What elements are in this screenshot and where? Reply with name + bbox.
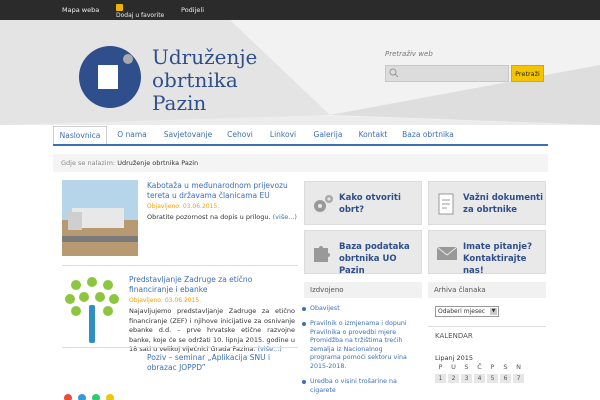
box-2-line-2: za obrtnike (463, 205, 517, 215)
logo-line-3: Pazin (152, 91, 207, 115)
list-item[interactable]: Pravilnik o izmjenama i dopuni Pravilnik… (302, 320, 415, 371)
box-database[interactable]: Baza podataka obrtnika UO Pazin (304, 230, 422, 276)
logo-line-2: obrtnika (152, 68, 238, 92)
share-link[interactable]: Podijeli (181, 6, 204, 14)
box-4-line-2: Kontaktirajte nas! (463, 254, 527, 276)
article-1-text: Obratite pozornost na dopis u prilogu. (147, 213, 271, 221)
logo-title[interactable]: Udruženje obrtnika Pazin (152, 46, 257, 115)
divider (428, 326, 546, 327)
nav-galerija[interactable]: Galerija (308, 126, 348, 144)
box-1-line-1: Kako otvoriti (339, 193, 401, 203)
search-input[interactable] (385, 65, 509, 82)
nav-baza-obrtnika[interactable]: Baza obrtnika (397, 126, 459, 144)
article-1-more-link[interactable]: (više...) (273, 213, 297, 221)
calendar-day[interactable]: 5 (487, 374, 498, 383)
calendar-weekday: U (451, 363, 456, 371)
nav-kontakt[interactable]: Kontakt (353, 126, 393, 144)
calendar-weekday: P (438, 363, 443, 371)
article-2-meta: Objavljeno: 03.06.2015. (129, 297, 202, 304)
nav-cehovi[interactable]: Cehovi (219, 126, 261, 144)
search-label: Pretraživ web (385, 50, 433, 58)
calendar-day[interactable]: 4 (474, 374, 485, 383)
list-item[interactable]: Obavijest (302, 305, 415, 314)
breadcrumb-prefix: Gdje se nalazim: (61, 159, 116, 167)
box-2-line-1: Važni dokumenti (463, 193, 543, 203)
article-1-meta: Objavljeno: 03.06.2015. (147, 203, 220, 210)
sitemap-link[interactable]: Mapa weba (62, 6, 99, 14)
box-3-line-2: obrtnika UO Pazin (339, 254, 397, 276)
chevron-down-icon: ▼ (490, 308, 497, 315)
article-1-body: Obratite pozornost na dopis u prilogu. (… (147, 213, 307, 223)
calendar-day[interactable]: 7 (513, 374, 524, 383)
calendar-weekday: N (516, 363, 521, 371)
box-4-line-1: Imate pitanje? (463, 242, 533, 252)
favorites-link[interactable]: Dodaj u favorite (116, 12, 164, 19)
article-1-title[interactable]: Kabotaža u međunarodnom prijevozu tereta… (147, 181, 297, 201)
top-bar: Mapa weba Dodaj u favorite Podijeli (0, 0, 600, 20)
calendar-day[interactable]: 6 (500, 374, 511, 383)
calendar-weekday: S (503, 363, 508, 371)
star-icon[interactable] (116, 4, 123, 11)
archive-select-value: Odaberi mjesec (438, 308, 486, 315)
calendar-day[interactable]: 1 (435, 374, 446, 383)
calendar-weekday: P (490, 363, 495, 371)
list-item[interactable]: Uredba o visini trošarine na cigarete (302, 378, 415, 395)
box-3-line-1: Baza podataka (339, 242, 410, 252)
box-documents[interactable]: Važni dokumenti za obrtnike (428, 181, 546, 225)
breadcrumb-current: Udruženje obrtnika Pazin (117, 159, 199, 167)
archive-month-select[interactable]: Odaberi mjesec ▼ (435, 306, 499, 317)
breadcrumb: Gdje se nalazim: Udruženje obrtnika Pazi… (53, 154, 548, 172)
calendar-weekday: S (464, 363, 469, 371)
calendar-day[interactable]: 3 (461, 374, 472, 383)
main-nav: Naslovnica O nama Savjetovanje Cehovi Li… (53, 126, 548, 146)
document-icon (438, 193, 454, 215)
gears-icon (314, 195, 333, 212)
logo-line-1: Udruženje (152, 45, 258, 69)
archive-heading: Arhiva članaka (428, 282, 546, 298)
calendar-heading: KALENDAR (435, 332, 473, 340)
puzzle-icon (314, 246, 330, 262)
search-icon (389, 68, 399, 78)
divider (62, 347, 298, 348)
box-1-line-2: obrt? (339, 205, 365, 215)
seminar-image[interactable] (62, 380, 122, 400)
nav-savjetovanje[interactable]: Savjetovanje (157, 126, 219, 144)
header: Udruženje obrtnika Pazin Pretraživ web P… (0, 20, 600, 125)
article-2-title[interactable]: Predstavljanje Zadruge za etično financi… (129, 275, 279, 295)
divider (62, 265, 298, 266)
article-3-title[interactable]: Poziv – seminar „Aplikacija SNU i obraza… (147, 353, 297, 373)
calendar-month: Lipanj 2015 (435, 354, 474, 362)
box-contact[interactable]: Imate pitanje? Kontaktirajte nas! (428, 230, 546, 276)
truck-image[interactable] (62, 180, 138, 256)
calendar-day[interactable]: 2 (448, 374, 459, 383)
envelope-icon (436, 246, 458, 260)
nav-o-nama[interactable]: O nama (111, 126, 153, 144)
nav-naslovnica[interactable]: Naslovnica (53, 126, 107, 144)
search-button[interactable]: Pretraži (511, 65, 544, 82)
logo-icon[interactable] (78, 45, 142, 109)
box-open-business[interactable]: Kako otvoriti obrt? (304, 181, 422, 225)
nav-linkovi[interactable]: Linkovi (263, 126, 303, 144)
calendar-weekday: Č (477, 363, 482, 371)
izdvojeno-heading: Izdvojeno (304, 282, 422, 298)
tree-logo-image[interactable] (62, 277, 122, 347)
